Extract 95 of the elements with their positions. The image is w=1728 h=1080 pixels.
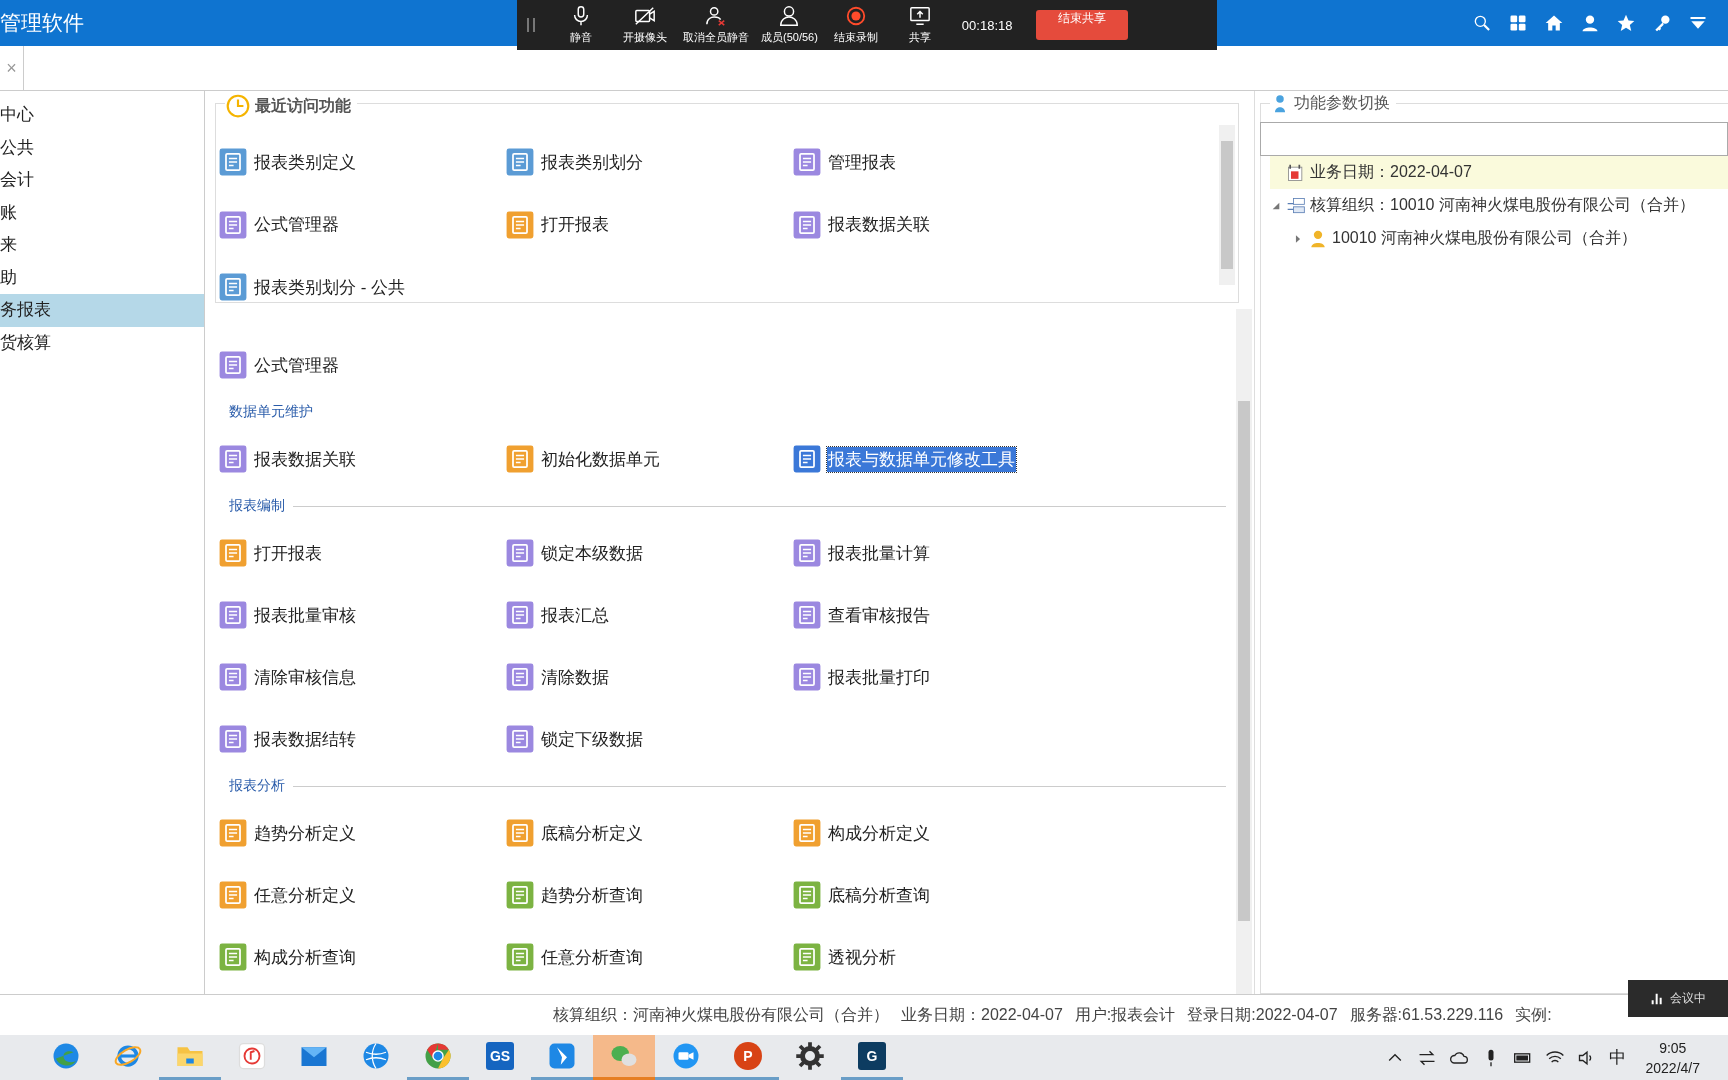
- section-heading: 报表分析: [229, 777, 285, 795]
- clock-time[interactable]: 9:05: [1659, 1037, 1687, 1058]
- function-link[interactable]: 报表与数据单元修改工具: [827, 446, 1016, 472]
- meeting-control[interactable]: 共享: [887, 5, 952, 45]
- function-link[interactable]: 底稿分析定义: [540, 820, 644, 846]
- person-icon: [778, 5, 801, 27]
- sidebar-item[interactable]: 货核算: [0, 326, 204, 359]
- function-link[interactable]: 任意分析定义: [253, 882, 357, 908]
- clock-icon: [225, 93, 251, 119]
- function-link[interactable]: 报表类别划分 - 公共: [253, 274, 407, 300]
- gear-icon: [795, 1041, 825, 1071]
- record-icon: [844, 5, 867, 27]
- scrollbar[interactable]: [1219, 125, 1235, 285]
- function-link[interactable]: 报表类别划分: [540, 149, 644, 175]
- function-link[interactable]: 报表批量打印: [827, 664, 931, 690]
- app-title: 管理软件: [0, 10, 84, 36]
- clock-date[interactable]: 2022/4/7: [1645, 1057, 1700, 1078]
- tree-row[interactable]: 业务日期：2022-04-07: [1270, 156, 1728, 189]
- grid-icon[interactable]: [1508, 13, 1528, 33]
- key-icon[interactable]: [1652, 13, 1672, 33]
- star-icon[interactable]: [1616, 13, 1636, 33]
- function-link[interactable]: 任意分析查询: [540, 944, 644, 970]
- status-text: 核算组织：河南神火煤电股份有限公司（合并）: [553, 1004, 889, 1025]
- meeting-control[interactable]: 开摄像头: [613, 5, 677, 45]
- meeting-control[interactable]: 成员(50/56): [755, 5, 824, 45]
- sidebar-item[interactable]: 务报表: [0, 294, 204, 327]
- status-text: 服务器:61.53.229.116: [1349, 1004, 1504, 1025]
- tree-row[interactable]: 核算组织：10010 河南神火煤电股份有限公司（合并）: [1270, 189, 1728, 222]
- screen-share-icon: [908, 5, 931, 27]
- user-icon[interactable]: [1580, 13, 1600, 33]
- status-text: 业务日期：2022-04-07: [901, 1004, 1063, 1025]
- function-link[interactable]: 构成分析查询: [253, 944, 357, 970]
- tree-row[interactable]: 10010 河南神火煤电股份有限公司（合并）: [1292, 222, 1728, 255]
- chrome-browser-icon: [423, 1041, 453, 1071]
- music-icon: [237, 1041, 267, 1071]
- function-link[interactable]: 透视分析: [827, 944, 897, 970]
- sidebar-item[interactable]: 公共: [0, 131, 204, 164]
- meeting-control[interactable]: 结束录制: [823, 5, 888, 45]
- function-link[interactable]: 底稿分析查询: [827, 882, 931, 908]
- function-link[interactable]: 查看审核报告: [827, 602, 931, 628]
- sidebar-item[interactable]: 来: [0, 229, 204, 262]
- section-heading: 报表编制: [229, 497, 285, 515]
- panel-title: 功能参数切换: [1294, 93, 1390, 113]
- function-link[interactable]: 管理报表: [827, 149, 897, 175]
- function-link[interactable]: 报表数据关联: [827, 212, 931, 238]
- status-text: 用户:报表会计: [1074, 1004, 1176, 1025]
- end-share-button[interactable]: 结束共享: [1036, 10, 1129, 40]
- search-field[interactable]: [1260, 122, 1728, 156]
- function-link[interactable]: 报表批量计算: [827, 540, 931, 566]
- scrollbar[interactable]: [1236, 309, 1252, 994]
- video-call-icon: [671, 1041, 701, 1071]
- function-link[interactable]: 初始化数据单元: [540, 446, 661, 472]
- input-method-indicator[interactable]: 中: [1608, 1046, 1626, 1069]
- function-link[interactable]: 报表数据结转: [253, 726, 357, 752]
- edge-browser-icon: [51, 1041, 81, 1071]
- function-link[interactable]: 公式管理器: [253, 212, 340, 238]
- meeting-control[interactable]: 静音: [549, 5, 613, 45]
- taskbar-app[interactable]: P: [717, 1035, 779, 1080]
- arrow-app-icon: [547, 1041, 577, 1071]
- function-link[interactable]: 清除审核信息: [253, 664, 357, 690]
- drag-handle[interactable]: [527, 18, 535, 32]
- function-link[interactable]: 趋势分析定义: [253, 820, 357, 846]
- function-link[interactable]: 报表类别定义: [253, 149, 357, 175]
- expand-icon[interactable]: [1293, 233, 1303, 244]
- home-icon[interactable]: [1544, 13, 1564, 33]
- function-link[interactable]: 公式管理器: [253, 352, 340, 378]
- function-link[interactable]: 锁定下级数据: [540, 726, 644, 752]
- popup-title: 最近访问功能: [255, 95, 351, 116]
- meeting-timer: 00:18:18: [961, 17, 1013, 33]
- function-link[interactable]: 报表批量审核: [253, 602, 357, 628]
- collapse-icon[interactable]: [1271, 200, 1281, 211]
- function-link[interactable]: 打开报表: [253, 540, 323, 566]
- camera-off-icon: [634, 5, 656, 27]
- function-link[interactable]: 构成分析定义: [827, 820, 931, 846]
- status-text: 实例:: [1515, 1004, 1552, 1025]
- function-link[interactable]: 报表数据关联: [253, 446, 357, 472]
- function-link[interactable]: 清除数据: [540, 664, 610, 690]
- function-link[interactable]: 打开报表: [540, 212, 610, 238]
- taskbar-app[interactable]: GS: [469, 1035, 531, 1080]
- sidebar-item[interactable]: 中心: [0, 99, 204, 132]
- section-heading: 数据单元维护: [229, 403, 313, 421]
- sidebar-item[interactable]: 助: [0, 261, 204, 294]
- meeting-status: 会议中: [1670, 990, 1706, 1007]
- meeting-control[interactable]: 取消全员静音: [677, 5, 755, 45]
- function-link[interactable]: 报表汇总: [540, 602, 610, 628]
- globe-icon: [361, 1041, 391, 1071]
- person-muted-icon: [705, 5, 727, 27]
- search-icon[interactable]: [1472, 13, 1492, 33]
- function-link[interactable]: 趋势分析查询: [540, 882, 644, 908]
- status-text: 登录日期:2022-04-07: [1187, 1004, 1338, 1025]
- org-chart-icon: [1286, 195, 1306, 216]
- function-link[interactable]: 锁定本级数据: [540, 540, 644, 566]
- sidebar-item[interactable]: 账: [0, 196, 204, 229]
- taskbar-app[interactable]: G: [841, 1035, 903, 1080]
- sidebar-item[interactable]: 会计: [0, 164, 204, 197]
